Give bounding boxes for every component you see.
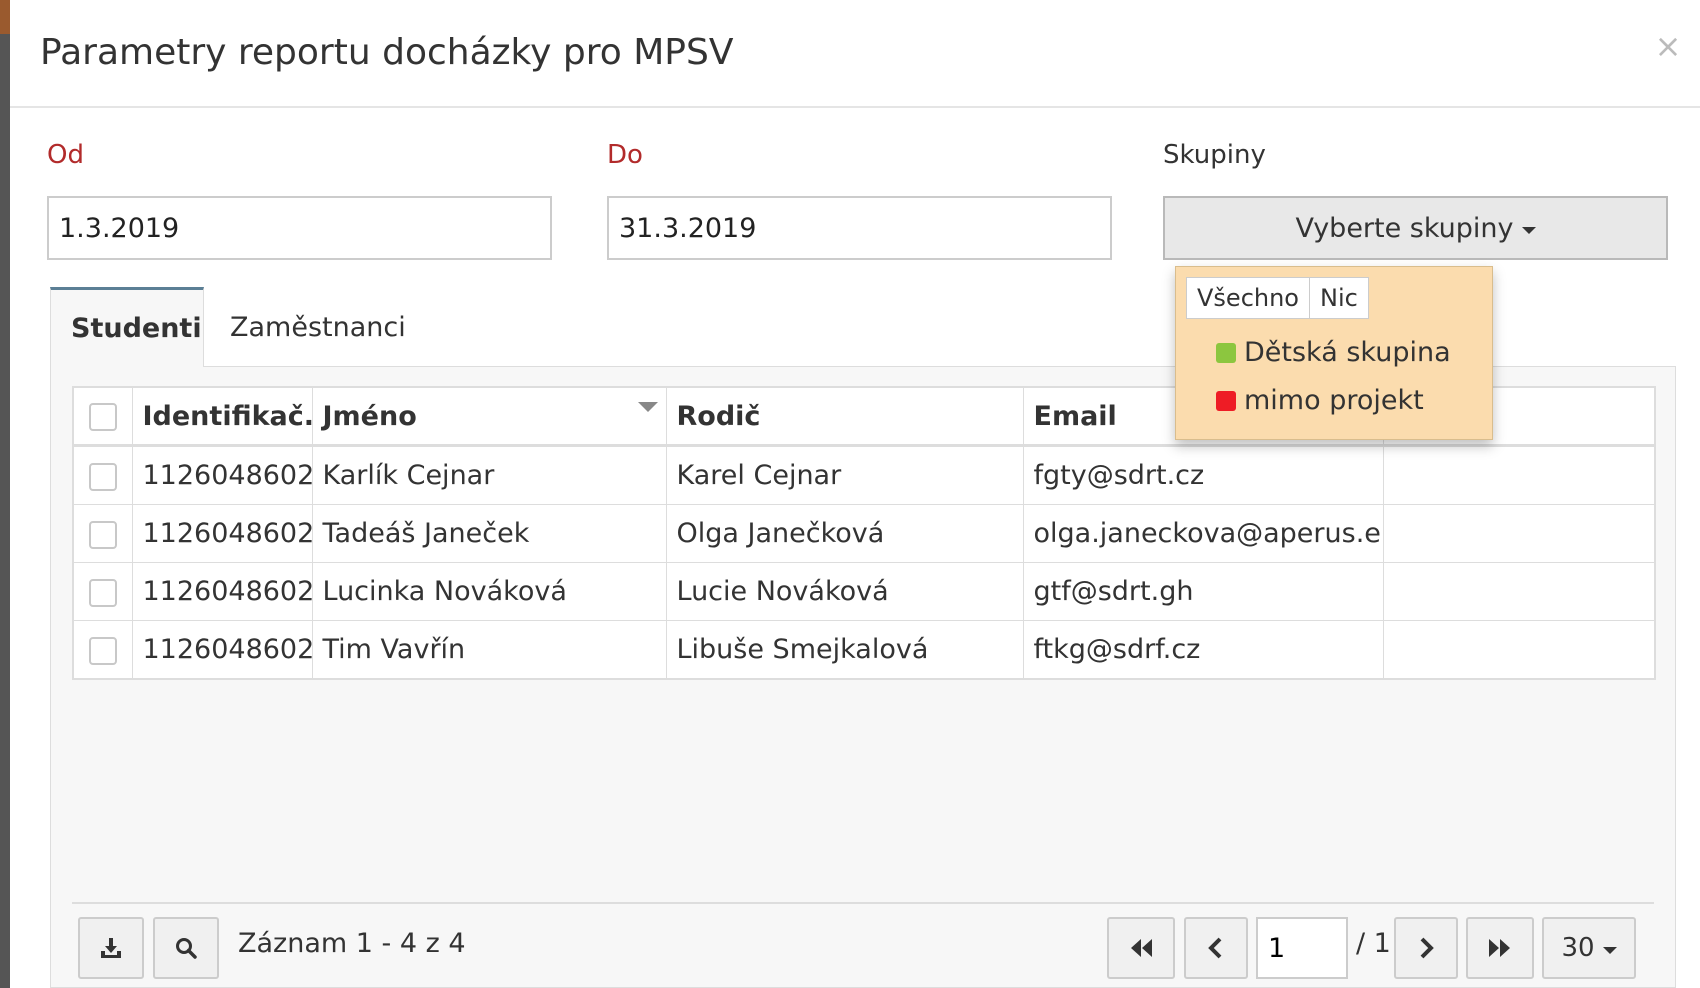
page-size-select[interactable]: 30 [1542,917,1636,979]
cell-id: 1126048602 [131,620,313,680]
report-parameters-modal: Parametry reportu docházky pro MPSV × Od… [10,0,1700,988]
cell-id: 1126048602 [131,504,313,563]
prev-page-button[interactable] [1184,917,1248,979]
group-color-swatch [1216,390,1236,411]
row-checkbox[interactable] [88,636,117,665]
first-page-icon [1131,939,1152,957]
cell-id: 1126048602 [131,562,313,621]
dropdown-select-group: Všechno Nic [1186,277,1369,319]
group-option-mimo-projekt[interactable]: mimo projekt [1216,385,1424,416]
row-select-cell [72,445,133,505]
next-page-button[interactable] [1394,917,1458,979]
row-checkbox[interactable] [88,520,117,549]
next-page-icon [1420,937,1434,959]
cell-name: Lucinka Nováková [311,562,667,621]
cell-id: 1126048602 [131,445,313,505]
cell-email: ftkg@sdrf.cz [1022,620,1384,680]
records-count: Záznam 1 - 4 z 4 [238,928,466,959]
group-option-detska-skupina[interactable]: Dětská skupina [1216,337,1451,368]
page-total: / 1 [1356,928,1391,959]
cell-email: olga.janeckova@aperus.eu [1022,504,1384,563]
to-date-input[interactable] [607,196,1112,260]
last-page-button[interactable] [1466,917,1534,979]
cell-name: Tim Vavřín [311,620,667,680]
column-header-name[interactable]: Jméno [311,386,667,447]
cell-name: Tadeáš Janeček [311,504,667,563]
backdrop-accent [0,0,10,34]
column-header-name-label: Jméno [322,400,417,432]
group-option-label: Dětská skupina [1244,337,1451,368]
cell-extra [1382,504,1656,563]
select-all-checkbox[interactable] [88,403,117,431]
download-icon [101,938,121,958]
search-button[interactable] [153,917,219,979]
group-color-swatch [1216,342,1236,363]
to-date-label: Do [607,140,643,170]
row-checkbox[interactable] [88,578,117,607]
modal-backdrop [0,0,10,988]
footer-divider [72,902,1654,904]
table-row[interactable]: 1126048602 Tadeáš Janeček Olga Janečková… [72,504,1656,563]
first-page-button[interactable] [1107,917,1175,979]
cell-name: Karlík Cejnar [311,445,667,505]
row-select-cell [72,504,133,563]
tab-studenti[interactable]: Studenti [50,287,204,367]
cell-parent: Libuše Smejkalová [665,620,1024,680]
row-select-cell [72,562,133,621]
select-all-cell [72,386,133,447]
groups-select-label: Vyberte skupiny [1295,212,1514,244]
export-button[interactable] [78,917,144,979]
search-icon [176,938,197,959]
row-select-cell [72,620,133,680]
page-number-input[interactable] [1256,917,1348,979]
cell-parent: Lucie Nováková [665,562,1024,621]
cell-parent: Karel Cejnar [665,445,1024,505]
cell-extra [1382,562,1656,621]
from-date-input[interactable] [47,196,552,260]
tab-zamestnanci[interactable]: Zaměstnanci [210,287,426,367]
column-header-id[interactable]: Identifikač... [131,386,313,447]
table-row[interactable]: 1126048602 Karlík Cejnar Karel Cejnar fg… [72,445,1656,505]
last-page-icon [1489,939,1510,957]
caret-down-icon [1602,946,1617,954]
column-header-parent[interactable]: Rodič [665,386,1024,447]
prev-page-icon [1208,937,1222,959]
groups-select-button[interactable]: Vyberte skupiny [1163,196,1668,260]
modal-title: Parametry reportu docházky pro MPSV [40,32,734,73]
groups-dropdown-menu: Všechno Nic Dětská skupina mimo projekt [1175,266,1493,440]
cell-extra [1382,620,1656,680]
cell-email: fgty@sdrt.cz [1022,445,1384,505]
group-option-label: mimo projekt [1244,385,1424,416]
cell-parent: Olga Janečková [665,504,1024,563]
select-all-groups-button[interactable]: Všechno [1186,277,1310,319]
caret-down-icon [1521,226,1536,234]
table-row[interactable]: 1126048602 Lucinka Nováková Lucie Nováko… [72,562,1656,621]
page-size-value: 30 [1561,933,1595,963]
groups-label: Skupiny [1163,140,1266,170]
cell-extra [1382,445,1656,505]
sort-desc-icon [637,402,658,412]
modal-header: Parametry reportu docházky pro MPSV × [10,0,1700,108]
from-date-label: Od [47,140,84,170]
cell-email: gtf@sdrt.gh [1022,562,1384,621]
row-checkbox[interactable] [88,462,117,491]
table-row[interactable]: 1126048602 Tim Vavřín Libuše Smejkalová … [72,620,1656,680]
select-none-groups-button[interactable]: Nic [1310,277,1369,319]
close-icon[interactable]: × [1650,28,1686,64]
